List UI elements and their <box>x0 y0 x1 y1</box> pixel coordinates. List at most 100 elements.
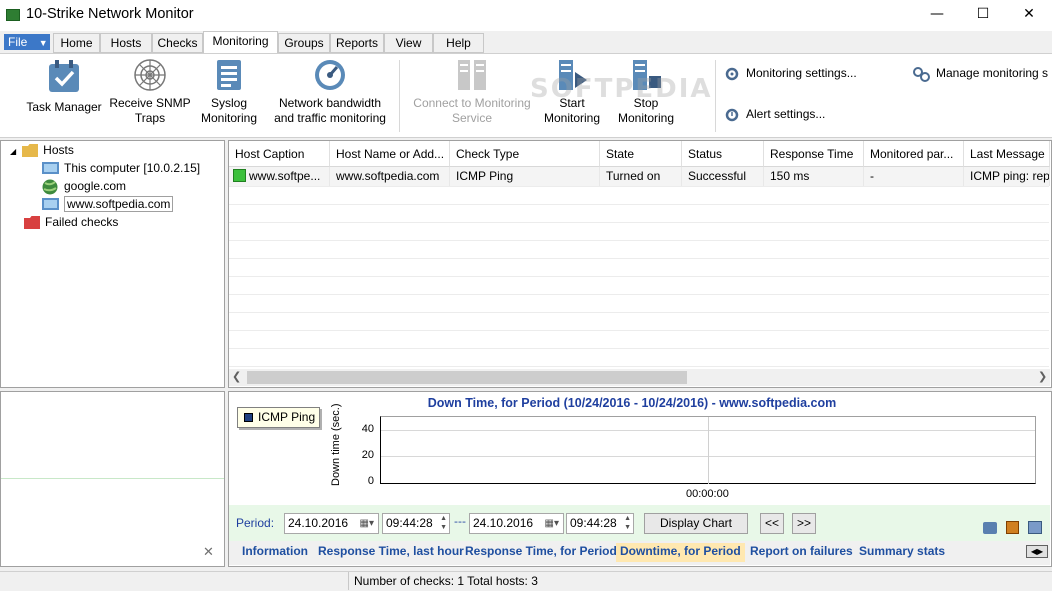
window-title: 10-Strike Network Monitor <box>26 6 194 22</box>
column-header-monitored-param[interactable]: Monitored par... <box>864 141 964 167</box>
tab-view[interactable]: View <box>384 33 433 53</box>
scrollbar-thumb[interactable] <box>247 371 687 384</box>
to-date-picker[interactable]: 24.10.2016 ▦▾ <box>469 513 564 534</box>
manage-monitoring-label: Manage monitoring s <box>936 66 1049 81</box>
folder-icon <box>22 144 39 158</box>
manage-monitoring-button[interactable]: Manage monitoring s <box>912 66 1052 82</box>
app-window: 10-Strike Network Monitor — ☐ ✕ File ▼ H… <box>0 0 1052 591</box>
tab-groups[interactable]: Groups <box>278 33 330 53</box>
tab-response-time-period[interactable]: Response Time, for Period <box>461 543 621 562</box>
monitoring-settings-button[interactable]: Monitoring settings... <box>724 66 857 82</box>
tree-node-google[interactable]: google.com <box>42 179 126 195</box>
tab-hosts[interactable]: Hosts <box>100 33 152 53</box>
cell-last-message[interactable]: ICMP ping: repl <box>964 167 1050 186</box>
syslog-monitoring-button[interactable]: Syslog Monitoring <box>194 58 264 126</box>
red-folder-icon <box>24 216 40 230</box>
tree-label-failed: Failed checks <box>45 215 119 229</box>
tab-help[interactable]: Help <box>433 33 484 53</box>
grid-line <box>229 294 1049 295</box>
from-time-input[interactable]: 09:44:28 ▲ ▼ <box>382 513 450 534</box>
divider <box>1 478 224 479</box>
alert-gear-icon <box>725 108 739 122</box>
column-header-response-time[interactable]: Response Time <box>764 141 864 167</box>
grid-line <box>229 240 1049 241</box>
cell-monitored-param[interactable]: - <box>864 167 964 186</box>
task-manager-button[interactable]: Task Manager <box>20 58 108 115</box>
x-tick-label: 00:00:00 <box>686 488 729 500</box>
grid-line <box>229 366 1049 367</box>
cell-state[interactable]: Turned on <box>600 167 682 186</box>
spin-icon[interactable]: ▲ ▼ <box>440 514 447 532</box>
file-menu[interactable]: File ▼ <box>4 34 50 50</box>
tree-label-softpedia: www.softpedia.com <box>64 196 174 212</box>
tab-response-time-last-hour[interactable]: Response Time, last hour <box>314 543 468 562</box>
tab-reports[interactable]: Reports <box>330 33 384 53</box>
chevron-down-icon: ▼ <box>38 38 48 48</box>
syslog-document-icon <box>217 60 241 90</box>
tab-summary-stats[interactable]: Summary stats <box>855 543 949 562</box>
maximize-button[interactable]: ☐ <box>960 0 1006 30</box>
syslog-label-1: Syslog <box>210 96 248 110</box>
computer-icon <box>42 161 59 174</box>
cell-host-caption: www.softpe... <box>249 169 321 183</box>
save-icon[interactable] <box>1006 521 1019 534</box>
bottom-left-panel <box>0 391 225 567</box>
previous-period-button[interactable]: << <box>760 513 784 534</box>
grid-line <box>229 204 1049 205</box>
grid-line <box>229 330 1049 331</box>
grid-line <box>229 312 1049 313</box>
tree-node-hosts[interactable]: ◢ Hosts <box>10 143 74 158</box>
ribbon-separator <box>715 60 716 132</box>
print-icon[interactable] <box>983 522 997 534</box>
period-label: Period: <box>236 516 275 530</box>
tree-label-hosts: Hosts <box>43 143 74 157</box>
tree-node-this-computer[interactable]: This computer [10.0.2.15] <box>42 161 200 176</box>
tab-home[interactable]: Home <box>53 33 100 53</box>
column-header-state[interactable]: State <box>600 141 682 167</box>
tree-node-softpedia[interactable]: www.softpedia.com <box>42 196 174 212</box>
next-period-button[interactable]: >> <box>792 513 816 534</box>
connect-label-1: Connect to Monitoring <box>413 96 531 110</box>
from-date-picker[interactable]: 24.10.2016 ▦▾ <box>284 513 379 534</box>
calendar-dropdown-icon[interactable]: ▦▾ <box>360 514 374 533</box>
connect-monitoring-service-button[interactable]: Connect to Monitoring Service <box>406 58 538 126</box>
alert-settings-button[interactable]: Alert settings... <box>724 107 825 123</box>
column-header-check-type[interactable]: Check Type <box>450 141 600 167</box>
column-header-host-name[interactable]: Host Name or Add... <box>330 141 450 167</box>
to-time-input[interactable]: 09:44:28 ▲ ▼ <box>566 513 634 534</box>
computer-icon <box>42 197 59 210</box>
display-chart-button[interactable]: Display Chart <box>644 513 748 534</box>
table-cell[interactable]: www.softpe... <box>229 167 330 186</box>
close-panel-icon[interactable]: ✕ <box>203 545 214 560</box>
snmp-label-1: Receive SNMP <box>109 96 191 110</box>
cell-status[interactable]: Successful <box>682 167 764 186</box>
tab-checks[interactable]: Checks <box>152 33 203 53</box>
monitoring-settings-label: Monitoring settings... <box>746 66 857 81</box>
tab-monitoring[interactable]: Monitoring <box>203 31 278 54</box>
tree-node-failed-checks[interactable]: Failed checks <box>24 215 119 230</box>
cell-check-type[interactable]: ICMP Ping <box>450 167 600 186</box>
cell-host-name[interactable]: www.softpedia.com <box>330 167 450 186</box>
column-header-host-caption[interactable]: Host Caption <box>229 141 330 167</box>
cell-response-time[interactable]: 150 ms <box>764 167 864 186</box>
collapse-arrow-icon[interactable]: ◢ <box>10 147 16 156</box>
tab-downtime-period[interactable]: Downtime, for Period <box>616 543 745 562</box>
column-header-status[interactable]: Status <box>682 141 764 167</box>
column-header-last-message[interactable]: Last Message <box>964 141 1050 167</box>
scroll-right-icon[interactable]: ❯ <box>1038 370 1047 383</box>
y-tick-label: 0 <box>367 475 374 487</box>
close-button[interactable]: ✕ <box>1006 0 1052 30</box>
receive-snmp-button[interactable]: Receive SNMP Traps <box>108 58 192 126</box>
tab-information[interactable]: Information <box>238 543 312 562</box>
copy-icon[interactable] <box>1028 521 1042 534</box>
legend-label: ICMP Ping <box>258 410 316 424</box>
scroll-left-icon[interactable]: ❮ <box>232 370 241 383</box>
tab-report-failures[interactable]: Report on failures <box>746 543 857 562</box>
network-bandwidth-button[interactable]: Network bandwidth and traffic monitoring <box>266 58 394 126</box>
tab-scroll-arrows-icon[interactable]: ◀▶ <box>1026 545 1048 558</box>
spin-icon[interactable]: ▲ ▼ <box>624 514 631 532</box>
y-axis-label: Down time (sec.) <box>330 403 342 486</box>
minimize-button[interactable]: — <box>914 0 960 30</box>
spider-web-icon <box>134 59 166 91</box>
calendar-dropdown-icon[interactable]: ▦▾ <box>545 514 559 533</box>
